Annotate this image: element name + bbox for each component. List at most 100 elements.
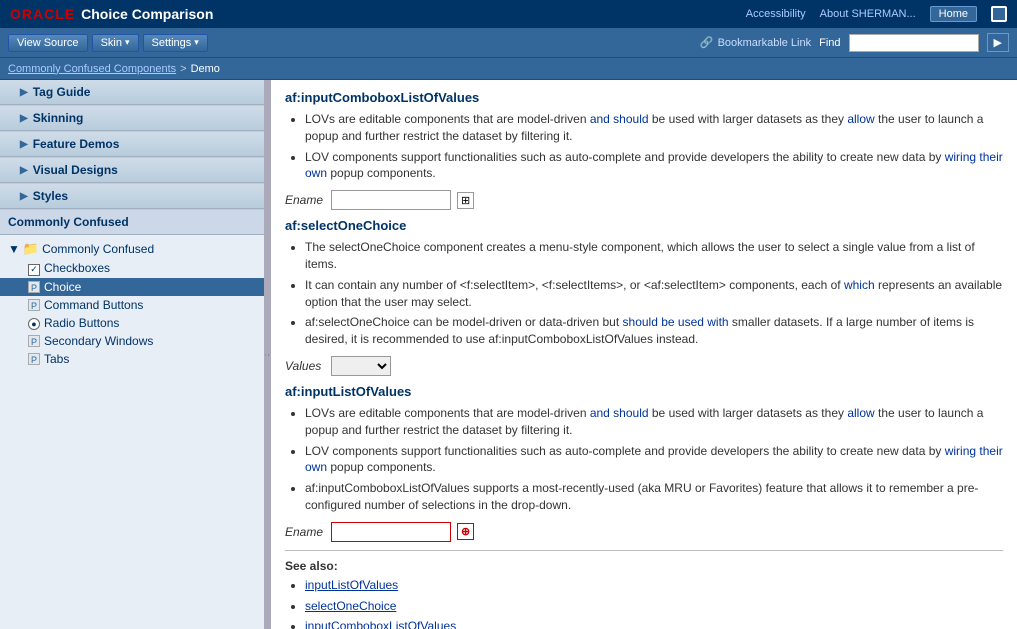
inputlistofvalues-field-label: Ename — [285, 525, 325, 539]
skinning-caret: ▶ — [20, 113, 28, 124]
inputcombobox-field-label: Ename — [285, 193, 325, 207]
inputcombobox-bullet-2: LOV components support functionalities s… — [305, 149, 1003, 183]
secondary-windows-icon: P — [28, 334, 40, 348]
view-source-label: View Source — [17, 37, 79, 49]
secondary-windows-label: Secondary Windows — [44, 334, 153, 348]
tabs-icon: P — [28, 352, 40, 366]
skin-label: Skin — [101, 37, 122, 49]
visual-designs-caret: ▶ — [20, 165, 28, 176]
find-button[interactable]: ▶ — [987, 33, 1009, 52]
inputcombobox-title: af:inputComboboxListOfValues — [285, 90, 1003, 105]
see-also-link-1[interactable]: selectOneChoice — [305, 599, 396, 613]
bookmarkable-link[interactable]: 🔗 Bookmarkable Link — [700, 36, 811, 49]
inputlistofvalues-field-row: Ename ⊕ — [285, 522, 1003, 542]
command-buttons-label: Command Buttons — [44, 298, 143, 312]
section-inputlistofvalues: af:inputListOfValues LOVs are editable c… — [285, 384, 1003, 542]
skinning-section: ▶ Skinning — [0, 106, 264, 132]
feature-demos-header[interactable]: ▶ Feature Demos — [0, 132, 264, 157]
view-source-button[interactable]: View Source — [8, 34, 88, 52]
styles-section: ▶ Styles — [0, 184, 264, 210]
skinning-header[interactable]: ▶ Skinning — [0, 106, 264, 131]
sidebar: ▶ Tag Guide ▶ Skinning ▶ Feature Demos ▶… — [0, 80, 265, 629]
sidebar-item-secondary-windows[interactable]: P Secondary Windows — [0, 332, 264, 350]
tag-guide-header[interactable]: ▶ Tag Guide — [0, 80, 264, 105]
top-nav-bar: ORACLE Choice Comparison Accessibility A… — [0, 0, 1017, 28]
inputcombobox-bullets: LOVs are editable components that are mo… — [285, 111, 1003, 182]
home-icon — [991, 6, 1007, 22]
sidebar-item-radio-buttons[interactable]: ● Radio Buttons — [0, 314, 264, 332]
selectonechoice-select-wrap — [331, 356, 391, 376]
inputlistofvalues-bullet-3: af:inputComboboxListOfValues supports a … — [305, 480, 1003, 514]
see-also-item-0: inputListOfValues — [305, 577, 1003, 594]
command-buttons-icon: P — [28, 298, 40, 312]
sidebar-item-choice[interactable]: P Choice — [0, 278, 264, 296]
selectonechoice-bullets: The selectOneChoice component creates a … — [285, 239, 1003, 348]
skinning-label: Skinning — [33, 111, 84, 125]
visual-designs-header[interactable]: ▶ Visual Designs — [0, 158, 264, 183]
see-also-item-2: inputComboboxListOfValues — [305, 618, 1003, 629]
selectonechoice-title: af:selectOneChoice — [285, 218, 1003, 233]
commonly-confused-heading: Commonly Confused — [0, 210, 264, 235]
radio-buttons-icon: ● — [28, 316, 40, 330]
selectonechoice-field-label: Values — [285, 359, 325, 373]
selectonechoice-select[interactable] — [331, 356, 391, 376]
checkboxes-icon: ✓ — [28, 261, 40, 276]
tag-guide-section: ▶ Tag Guide — [0, 80, 264, 106]
see-also-link-2[interactable]: inputComboboxListOfValues — [305, 619, 456, 629]
inputlistofvalues-bullets: LOVs are editable components that are mo… — [285, 405, 1003, 514]
skin-dropdown-arrow: ▾ — [125, 37, 130, 48]
feature-demos-caret: ▶ — [20, 139, 28, 150]
main-layout: ▶ Tag Guide ▶ Skinning ▶ Feature Demos ▶… — [0, 80, 1017, 629]
skin-button[interactable]: Skin ▾ — [92, 34, 139, 52]
bookmarkable-link-label: Bookmarkable Link — [718, 37, 812, 49]
folder-icon: 📁 — [23, 241, 39, 257]
oracle-wordmark: ORACLE — [10, 6, 75, 22]
see-also-title: See also: — [285, 559, 1003, 573]
styles-label: Styles — [33, 189, 68, 203]
breadcrumb-current: Demo — [191, 63, 220, 75]
see-also-section: See also: inputListOfValues selectOneCho… — [285, 559, 1003, 629]
tag-guide-caret: ▶ — [20, 87, 28, 98]
sidebar-item-command-buttons[interactable]: P Command Buttons — [0, 296, 264, 314]
cc-tree-folder[interactable]: ▼ 📁 Commonly Confused — [0, 239, 264, 259]
choice-icon: P — [28, 280, 40, 294]
top-nav-right: Accessibility About SHERMAN... Home — [746, 6, 1007, 22]
cc-folder-label: Commonly Confused — [42, 242, 154, 256]
selectonechoice-field-row: Values — [285, 356, 1003, 376]
content-divider — [285, 550, 1003, 551]
find-input[interactable] — [849, 34, 979, 52]
inputcombobox-field-row: Ename ⊞ — [285, 190, 1003, 210]
choice-label: Choice — [44, 280, 81, 294]
cc-tree: ▼ 📁 Commonly Confused ✓ Checkboxes P Cho… — [0, 235, 264, 372]
sidebar-item-checkboxes[interactable]: ✓ Checkboxes — [0, 259, 264, 278]
about-link[interactable]: About SHERMAN... — [820, 8, 916, 20]
feature-demos-section: ▶ Feature Demos — [0, 132, 264, 158]
feature-demos-label: Feature Demos — [33, 137, 120, 151]
styles-header[interactable]: ▶ Styles — [0, 184, 264, 209]
toolbar-right: 🔗 Bookmarkable Link Find ▶ — [700, 33, 1009, 52]
oracle-logo: ORACLE Choice Comparison — [10, 6, 213, 22]
see-also-link-0[interactable]: inputListOfValues — [305, 578, 398, 592]
toolbar-left: View Source Skin ▾ Settings ▾ — [8, 34, 208, 52]
settings-dropdown-arrow: ▾ — [194, 37, 199, 48]
breadcrumb-bar: Commonly Confused Components > Demo — [0, 58, 1017, 80]
accessibility-link[interactable]: Accessibility — [746, 8, 806, 20]
content-area: af:inputComboboxListOfValues LOVs are ed… — [271, 80, 1017, 629]
section-selectonechoice: af:selectOneChoice The selectOneChoice c… — [285, 218, 1003, 376]
settings-button[interactable]: Settings ▾ — [143, 34, 208, 52]
home-button[interactable]: Home — [930, 6, 977, 22]
inputcombobox-expand-icon[interactable]: ⊞ — [457, 192, 474, 209]
inputcombobox-bullet-1: LOVs are editable components that are mo… — [305, 111, 1003, 145]
toolbar: View Source Skin ▾ Settings ▾ 🔗 Bookmark… — [0, 28, 1017, 58]
tabs-label: Tabs — [44, 352, 69, 366]
see-also-item-1: selectOneChoice — [305, 598, 1003, 615]
inputlistofvalues-bullet-1: LOVs are editable components that are mo… — [305, 405, 1003, 439]
inputlistofvalues-field-input[interactable] — [331, 522, 451, 542]
selectonechoice-bullet-1: The selectOneChoice component creates a … — [305, 239, 1003, 273]
breadcrumb-root[interactable]: Commonly Confused Components — [8, 63, 176, 75]
radio-buttons-label: Radio Buttons — [44, 316, 119, 330]
inputlistofvalues-lov-icon[interactable]: ⊕ — [457, 523, 474, 540]
inputcombobox-field-input[interactable] — [331, 190, 451, 210]
sidebar-item-tabs[interactable]: P Tabs — [0, 350, 264, 368]
app-title: Choice Comparison — [81, 6, 213, 22]
